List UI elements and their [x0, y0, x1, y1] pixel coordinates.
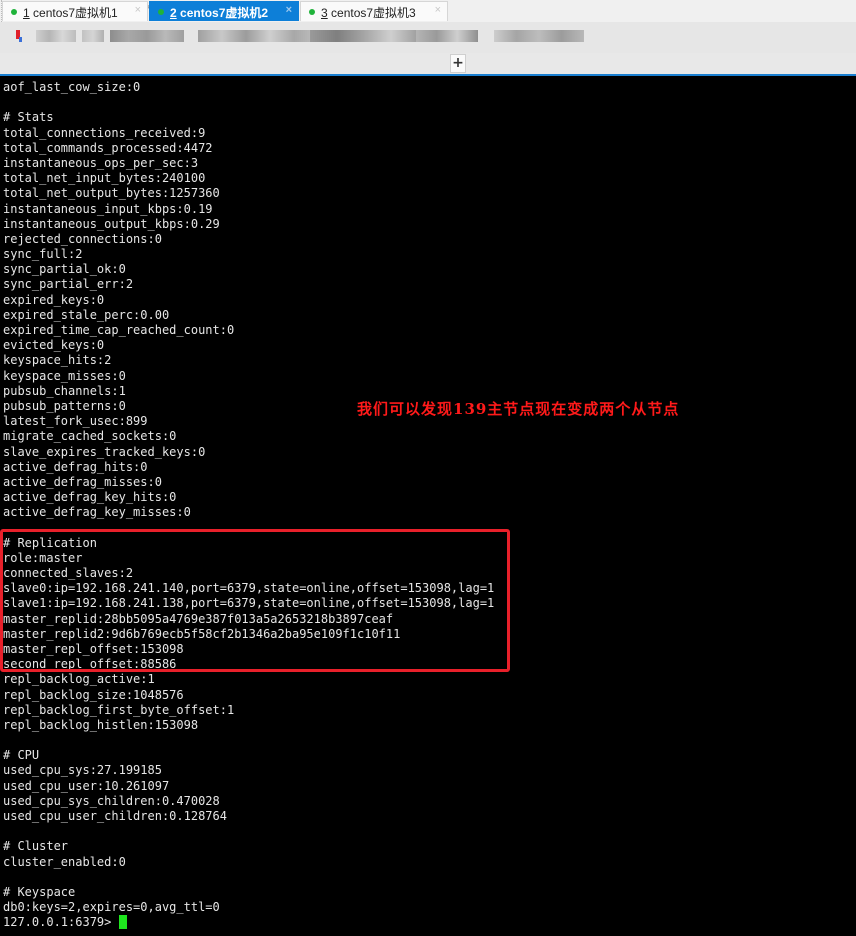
tab-number: 3 [321, 6, 328, 20]
terminal-line: # Keyspace [3, 884, 76, 899]
annotation-text: 我们可以发现139主节点现在变成两个从节点 [357, 400, 680, 418]
terminal-line: migrate_cached_sockets:0 [3, 429, 177, 444]
status-dot [11, 9, 17, 15]
terminal-line: used_cpu_sys:27.199185 [3, 763, 162, 778]
tab-number: 2 [170, 6, 177, 20]
terminal-line: sync_full:2 [3, 247, 83, 262]
blurred-toolbar-item[interactable] [82, 30, 104, 42]
terminal-line: evicted_keys:0 [3, 338, 105, 353]
terminal-line: sync_partial_ok:0 [3, 262, 126, 277]
terminal-line: active_defrag_misses:0 [3, 474, 162, 489]
terminal-line: expired_keys:0 [3, 292, 105, 307]
terminal-line: # CPU [3, 748, 40, 763]
replication-highlight-box [0, 529, 510, 672]
prompt: 127.0.0.1:6379> [3, 915, 119, 930]
terminal-line: slave_expires_tracked_keys:0 [3, 444, 206, 459]
flag-icon[interactable] [16, 30, 22, 42]
terminal-line: pubsub_channels:1 [3, 383, 126, 398]
terminal-line: keyspace_hits:2 [3, 353, 112, 368]
terminal-line: active_defrag_hits:0 [3, 459, 148, 474]
blurred-toolbar-item[interactable] [36, 30, 76, 42]
close-icon[interactable]: × [135, 4, 141, 16]
tab-vm2[interactable]: 2 centos7虚拟机2 × [149, 1, 299, 21]
terminal-line: total_net_output_bytes:1257360 [3, 186, 220, 201]
terminal-line: used_cpu_sys_children:0.470028 [3, 793, 220, 808]
tab-label: centos7虚拟机1 [29, 6, 118, 20]
terminal-line: total_net_input_bytes:240100 [3, 171, 206, 186]
terminal-line: active_defrag_key_misses:0 [3, 505, 191, 520]
close-icon[interactable]: × [435, 4, 441, 16]
new-tab-button[interactable]: + [450, 54, 466, 73]
terminal-line: keyspace_misses:0 [3, 368, 126, 383]
terminal-line: repl_backlog_active:1 [3, 672, 155, 687]
toolbar [0, 22, 856, 53]
tab-label: centos7虚拟机3 [327, 6, 416, 20]
terminal-line: instantaneous_ops_per_sec:3 [3, 155, 199, 170]
terminal-line: used_cpu_user_children:0.128764 [3, 809, 227, 823]
blurred-toolbar-item[interactable] [494, 30, 584, 42]
terminal-line: expired_stale_perc:0.00 [3, 307, 170, 322]
terminal-line: instantaneous_output_kbps:0.29 [3, 216, 220, 231]
terminal-line: sync_partial_err:2 [3, 277, 134, 292]
terminal-line: active_defrag_key_hits:0 [3, 490, 177, 505]
tab-label: centos7虚拟机2 [176, 6, 269, 20]
tab-number: 1 [23, 6, 30, 20]
prompt-line[interactable]: 127.0.0.1:6379> [3, 915, 494, 930]
status-dot [158, 9, 164, 15]
status-dot [309, 9, 315, 15]
terminal-line: total_commands_processed:4472 [3, 140, 213, 155]
blurred-toolbar-item[interactable] [310, 30, 418, 42]
blurred-toolbar-item[interactable] [416, 30, 478, 42]
tab-vm1[interactable]: 1 centos7虚拟机1 × [2, 1, 148, 21]
terminal-line: repl_backlog_histlen:153098 [3, 717, 199, 732]
terminal-line: total_connections_received:9 [3, 125, 206, 140]
terminal-line: aof_last_cow_size:0 [3, 80, 141, 94]
terminal-line: instantaneous_input_kbps:0.19 [3, 201, 213, 216]
tab-bar [0, 53, 856, 76]
terminal-line: repl_backlog_size:1048576 [3, 687, 184, 702]
terminal-line: db0:keys=2,expires=0,avg_ttl=0 [3, 900, 220, 915]
terminal-line: repl_backlog_first_byte_offset:1 [3, 702, 235, 717]
terminal-line: cluster_enabled:0 [3, 854, 126, 869]
tab-vm3[interactable]: 3 centos7虚拟机3 × [300, 1, 448, 21]
cursor [118, 915, 127, 930]
terminal-line: expired_time_cap_reached_count:0 [3, 323, 235, 337]
blurred-toolbar-item[interactable] [198, 30, 318, 42]
close-icon[interactable]: × [286, 4, 292, 16]
terminal-line: used_cpu_user:10.261097 [3, 778, 170, 793]
terminal-line: # Cluster [3, 839, 69, 854]
blurred-toolbar-item[interactable] [110, 30, 184, 42]
terminal-line: # Stats [3, 110, 54, 125]
terminal-output: aof_last_cow_size:0 # Stats total_connecti… [3, 80, 494, 931]
terminal-line: rejected_connections:0 [3, 231, 162, 246]
